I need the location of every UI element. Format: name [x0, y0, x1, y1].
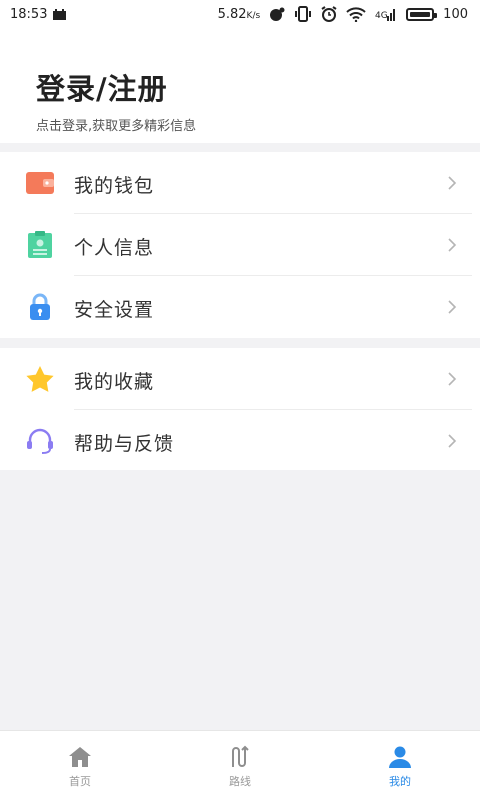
tab-route[interactable]: 路线: [160, 731, 320, 800]
login-hint: 点击登录,获取更多精彩信息: [36, 119, 197, 134]
wallet-icon: [25, 169, 55, 197]
menu-item-wallet[interactable]: 我的钱包: [0, 152, 480, 214]
svg-text:4G: 4G: [375, 11, 388, 21]
tab-label: 首页: [69, 775, 91, 788]
chevron-right-icon: [448, 176, 457, 190]
notification-icon: [269, 7, 285, 21]
calendar-icon: [53, 8, 67, 20]
tab-label: 我的: [389, 775, 411, 788]
signal-icon: 4G: [375, 7, 397, 21]
menu-item-label: 个人信息: [74, 237, 155, 259]
chevron-right-icon: [448, 300, 457, 314]
menu-item-label: 我的钱包: [74, 175, 155, 197]
bottom-tab-bar: 首页 路线 我的: [0, 730, 480, 800]
status-bar: 18:53 5.82K/s 4G 100: [0, 0, 480, 28]
wifi-icon: [346, 6, 366, 22]
chevron-right-icon: [448, 372, 457, 386]
alarm-icon: [321, 6, 337, 22]
vibrate-icon: [294, 6, 312, 22]
menu-item-security[interactable]: 安全设置: [0, 276, 480, 338]
headset-icon: [25, 427, 55, 455]
route-icon: [227, 744, 253, 770]
menu-item-profile[interactable]: 个人信息: [0, 214, 480, 276]
status-time: 18:53: [10, 6, 48, 22]
tab-mine[interactable]: 我的: [320, 731, 480, 800]
menu-item-label: 安全设置: [74, 299, 155, 321]
chevron-right-icon: [448, 238, 457, 252]
menu-item-favorites[interactable]: 我的收藏: [0, 348, 480, 410]
tab-label: 路线: [229, 775, 251, 788]
battery-level: 100: [443, 6, 468, 22]
tab-home[interactable]: 首页: [0, 731, 160, 800]
home-icon: [67, 744, 93, 770]
menu-group-more: 我的收藏 帮助与反馈: [0, 348, 480, 470]
menu-item-label: 帮助与反馈: [74, 433, 175, 455]
chevron-right-icon: [448, 434, 457, 448]
person-icon: [387, 744, 413, 770]
battery-icon: [406, 7, 438, 21]
star-icon: [25, 365, 55, 393]
menu-item-label: 我的收藏: [74, 371, 155, 393]
id-card-icon: [25, 231, 55, 259]
page-title[interactable]: 登录/注册: [36, 66, 168, 108]
lock-icon: [25, 293, 55, 321]
menu-group-account: 我的钱包 个人信息 安全设置: [0, 152, 480, 338]
login-header[interactable]: 登录/注册 点击登录,获取更多精彩信息: [0, 28, 480, 143]
menu-item-help[interactable]: 帮助与反馈: [0, 410, 480, 472]
network-speed: 5.82K/s: [217, 6, 261, 22]
